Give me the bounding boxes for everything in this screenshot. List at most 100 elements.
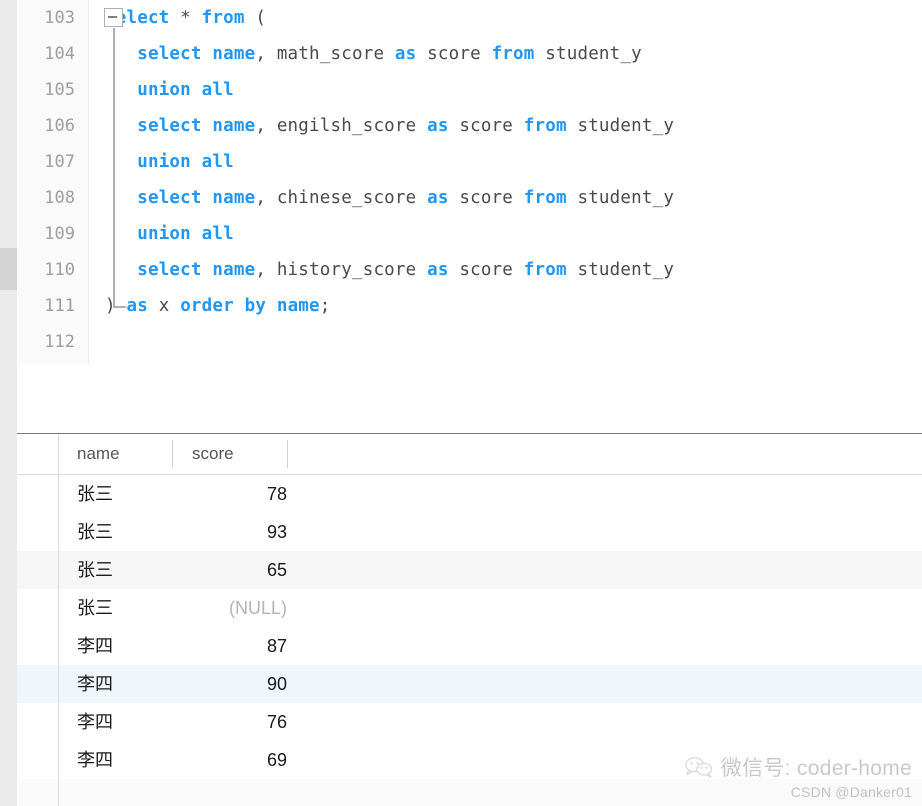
line-number: 108 — [44, 188, 75, 208]
line-number: 109 — [44, 224, 75, 244]
header-separator[interactable] — [172, 440, 173, 468]
table-row[interactable]: 张三 93 — [17, 513, 922, 551]
cell-name[interactable]: 李四 — [61, 741, 187, 779]
code-line[interactable]: 106 select name, engilsh_score as score … — [17, 108, 922, 144]
result-grid-header: name score — [17, 434, 922, 475]
line-number: 103 — [44, 8, 75, 28]
cell-score[interactable]: 69 — [172, 741, 287, 779]
code-fold-collapse-icon[interactable] — [104, 8, 123, 27]
table-row-partial[interactable] — [17, 779, 922, 806]
sql-keyword: from — [201, 8, 245, 28]
cell-name[interactable]: 李四 — [61, 665, 187, 703]
sql-code-editor[interactable]: 103 select * from (104 select name, math_… — [17, 0, 922, 365]
cell-name[interactable]: 张三 — [61, 589, 187, 627]
line-number: 112 — [44, 332, 75, 352]
code-text: union all — [105, 72, 234, 108]
column-header-score[interactable]: score — [176, 434, 234, 474]
sql-keyword: name — [212, 260, 256, 280]
sql-keyword: as — [427, 260, 449, 280]
sql-text: , chinese_score — [255, 188, 428, 208]
cell-score[interactable]: (NULL) — [172, 589, 287, 627]
table-row[interactable]: 李四 87 — [17, 627, 922, 665]
cell-score[interactable]: 93 — [172, 513, 287, 551]
line-number: 106 — [44, 116, 75, 136]
code-text: union all — [105, 144, 234, 180]
code-line[interactable]: 107 union all — [17, 144, 922, 180]
sql-text: student_y — [566, 116, 675, 136]
query-result-grid[interactable]: name score 张三 78 张三 93 张三 65 张三 (NULL) 李四 87 李四 90 李… — [17, 434, 922, 806]
code-fold-guide-elbow — [113, 306, 126, 308]
code-line[interactable]: 110 select name, history_score as score … — [17, 252, 922, 288]
code-line[interactable]: 108 select name, chinese_score as score … — [17, 180, 922, 216]
code-text: union all — [105, 216, 234, 252]
code-text: ) as x order by name; — [105, 288, 331, 324]
sql-text: score — [448, 116, 524, 136]
sql-keyword: as — [394, 44, 417, 64]
sql-text: score — [416, 44, 492, 64]
sql-text: student_y — [566, 260, 675, 280]
cell-score[interactable]: 76 — [172, 703, 287, 741]
table-row[interactable]: 李四 69 — [17, 741, 922, 779]
sql-text: ; — [319, 296, 331, 316]
code-line[interactable]: 109 union all — [17, 216, 922, 252]
sql-text: student_y — [534, 44, 642, 64]
table-row[interactable]: 张三 (NULL) — [17, 589, 922, 627]
code-text: select name, math_score as score from st… — [105, 36, 642, 72]
sql-keyword: from — [491, 44, 535, 64]
table-row[interactable]: 李四 76 — [17, 703, 922, 741]
code-text: select name, chinese_score as score from… — [105, 180, 674, 216]
sql-keyword: as — [126, 296, 148, 316]
cell-name[interactable]: 张三 — [61, 551, 187, 589]
sql-keyword: name — [212, 44, 256, 64]
cell-name[interactable]: 张三 — [61, 513, 187, 551]
editor-vertical-scrollbar[interactable] — [0, 0, 17, 806]
header-separator[interactable] — [287, 440, 288, 468]
code-line[interactable]: 112 — [17, 324, 922, 360]
sql-keyword: order by — [180, 296, 267, 316]
sql-keyword: union all — [137, 152, 234, 172]
line-number: 110 — [44, 260, 75, 280]
code-fold-guide-line — [113, 28, 115, 308]
code-text: select * from ( — [105, 0, 266, 36]
code-line[interactable]: 105 union all — [17, 72, 922, 108]
table-row[interactable]: 李四 90 — [17, 665, 922, 703]
sql-keyword: as — [427, 188, 449, 208]
sql-text: , engilsh_score — [255, 116, 428, 136]
sql-keyword: union all — [137, 80, 234, 100]
cell-score[interactable]: 90 — [172, 665, 287, 703]
sql-keyword: name — [276, 296, 320, 316]
column-header-name[interactable]: name — [61, 434, 120, 474]
code-text: select name, history_score as score from… — [105, 252, 674, 288]
cell-name[interactable]: 李四 — [61, 703, 187, 741]
sql-keyword: from — [523, 188, 567, 208]
code-line-list: 103 select * from (104 select name, math_… — [17, 0, 922, 364]
sql-keyword: select — [137, 44, 202, 64]
sql-keyword: from — [523, 116, 567, 136]
cell-name[interactable]: 张三 — [61, 475, 187, 513]
line-number: 107 — [44, 152, 75, 172]
sql-keyword: name — [212, 188, 256, 208]
cell-score[interactable]: 65 — [172, 551, 287, 589]
table-row[interactable]: 张三 78 — [17, 475, 922, 513]
sql-client-window: 103 select * from (104 select name, math_… — [0, 0, 922, 806]
sql-text: , math_score — [255, 44, 395, 64]
row-number-column-divider — [58, 434, 59, 806]
code-line[interactable]: 103 select * from ( — [17, 0, 922, 36]
code-line[interactable]: 111) as x order by name; — [17, 288, 922, 324]
editor-results-spacer — [17, 364, 922, 434]
cell-name[interactable]: 李四 — [61, 627, 187, 665]
code-line[interactable]: 104 select name, math_score as score fro… — [17, 36, 922, 72]
sql-text: * — [169, 8, 202, 28]
sql-text: student_y — [566, 188, 675, 208]
scrollbar-thumb[interactable] — [0, 248, 17, 290]
cell-score[interactable]: 87 — [172, 627, 287, 665]
cell-score[interactable]: 78 — [172, 475, 287, 513]
table-row[interactable]: 张三 65 — [17, 551, 922, 589]
